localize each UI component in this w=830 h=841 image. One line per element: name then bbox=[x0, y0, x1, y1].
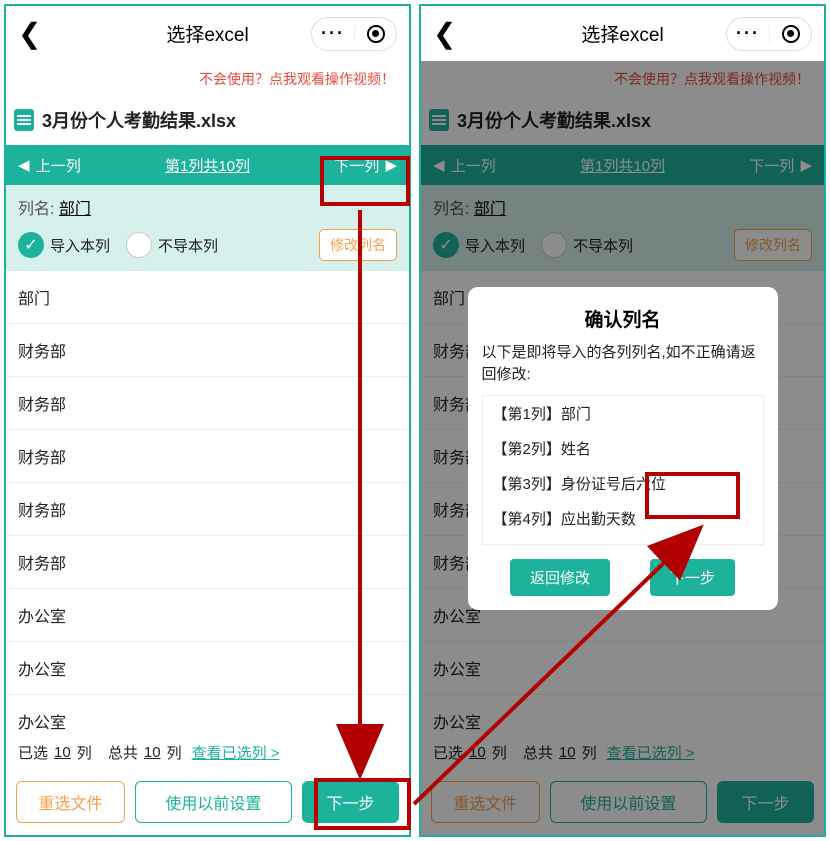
nav-bar: ❮ 选择excel ··· bbox=[421, 6, 824, 61]
nav-title: 选择excel bbox=[581, 20, 663, 47]
column-info: 列名: 部门 ✓ 导入本列 不导本列 修改列名 bbox=[6, 185, 409, 271]
data-list[interactable]: 部门 财务部 财务部 财务部 财务部 财务部 办公室 办公室 办公室 办公室 办… bbox=[6, 271, 409, 732]
menu-icon[interactable]: ··· bbox=[312, 23, 354, 44]
use-previous-settings-button[interactable]: 使用以前设置 bbox=[135, 781, 292, 823]
skip-label: 不导本列 bbox=[158, 235, 218, 256]
total-count: 10 bbox=[144, 744, 161, 761]
list-item: 办公室 bbox=[6, 589, 409, 642]
list-item: 财务部 bbox=[6, 483, 409, 536]
import-label: 导入本列 bbox=[50, 235, 110, 256]
nav-bar: ❮ 选择excel ··· bbox=[6, 6, 409, 61]
dialog-title: 确认列名 bbox=[482, 305, 764, 332]
menu-icon[interactable]: ··· bbox=[727, 23, 769, 44]
view-selected-link[interactable]: 查看已选列 > bbox=[192, 742, 280, 763]
back-icon[interactable]: ❮ bbox=[18, 17, 41, 50]
list-item: 部门 bbox=[6, 271, 409, 324]
edit-column-button[interactable]: 修改列名 bbox=[319, 229, 397, 261]
dialog-item: 【第4列】应出勤天数 bbox=[483, 501, 763, 536]
phone-left: ❮ 选择excel ··· 不会使用？点我观看操作视频！ 3月份个人考勤结果.x… bbox=[4, 4, 411, 837]
prev-column-button[interactable]: ◀ 上一列 bbox=[18, 155, 81, 176]
reselect-file-button[interactable]: 重选文件 bbox=[16, 781, 125, 823]
dialog-subtitle: 以下是即将导入的各列列名,如不正确请返回修改: bbox=[482, 342, 764, 387]
nav-title: 选择excel bbox=[166, 20, 248, 47]
list-item: 财务部 bbox=[6, 536, 409, 589]
file-row: 3月份个人考勤结果.xlsx bbox=[6, 95, 409, 145]
next-column-button[interactable]: 下一列 ▶ bbox=[334, 155, 397, 176]
close-app-icon[interactable] bbox=[354, 25, 396, 43]
list-item: 财务部 bbox=[6, 430, 409, 483]
radio-row: ✓ 导入本列 不导本列 修改列名 bbox=[18, 229, 397, 261]
dialog-item: 【第3列】身份证号后六位 bbox=[483, 466, 763, 501]
column-name-row: 列名: 部门 bbox=[18, 195, 397, 219]
excel-file-icon bbox=[14, 109, 34, 131]
phone-right: ❮ 选择excel ··· 不会使用？点我观看操作视频！ 3月份个人考勤结果.x… bbox=[419, 4, 826, 837]
skip-radio[interactable] bbox=[126, 232, 152, 258]
pager-status[interactable]: 第1列共10列 bbox=[165, 155, 250, 176]
dialog-back-button[interactable]: 返回修改 bbox=[510, 559, 610, 596]
column-pager: ◀ 上一列 第1列共10列 下一列 ▶ bbox=[6, 145, 409, 185]
dialog-item: 【第1列】部门 bbox=[483, 396, 763, 431]
list-item: 财务部 bbox=[6, 377, 409, 430]
dialog-item: 【第5列】实际出勤天数 bbox=[483, 536, 763, 545]
list-item: 财务部 bbox=[6, 324, 409, 377]
file-name: 3月份个人考勤结果.xlsx bbox=[42, 107, 236, 133]
capsule-menu: ··· bbox=[726, 17, 812, 51]
selected-count: 10 bbox=[54, 744, 71, 761]
back-icon[interactable]: ❮ bbox=[433, 17, 456, 50]
dialog-item: 【第2列】姓名 bbox=[483, 431, 763, 466]
next-step-button[interactable]: 下一步 bbox=[302, 781, 399, 823]
capsule-menu: ··· bbox=[311, 17, 397, 51]
close-app-icon[interactable] bbox=[769, 25, 811, 43]
list-item: 办公室 bbox=[6, 695, 409, 732]
dialog-next-button[interactable]: 下一步 bbox=[650, 559, 735, 596]
help-bar: 不会使用？点我观看操作视频！ bbox=[6, 61, 409, 95]
help-link[interactable]: 不会使用？点我观看操作视频！ bbox=[199, 71, 395, 87]
modal-overlay[interactable]: 确认列名 以下是即将导入的各列列名,如不正确请返回修改: 【第1列】部门 【第2… bbox=[421, 61, 824, 835]
footer-info: 已选10列 总共10列 查看已选列 > bbox=[6, 732, 409, 773]
list-item: 办公室 bbox=[6, 642, 409, 695]
dialog-column-list[interactable]: 【第1列】部门 【第2列】姓名 【第3列】身份证号后六位 【第4列】应出勤天数 … bbox=[482, 395, 764, 545]
import-radio[interactable]: ✓ bbox=[18, 232, 44, 258]
column-name-value: 部门 bbox=[59, 201, 91, 218]
dialog-button-row: 返回修改 下一步 bbox=[482, 559, 764, 596]
button-bar: 重选文件 使用以前设置 下一步 bbox=[6, 773, 409, 835]
confirm-dialog: 确认列名 以下是即将导入的各列列名,如不正确请返回修改: 【第1列】部门 【第2… bbox=[468, 287, 778, 610]
